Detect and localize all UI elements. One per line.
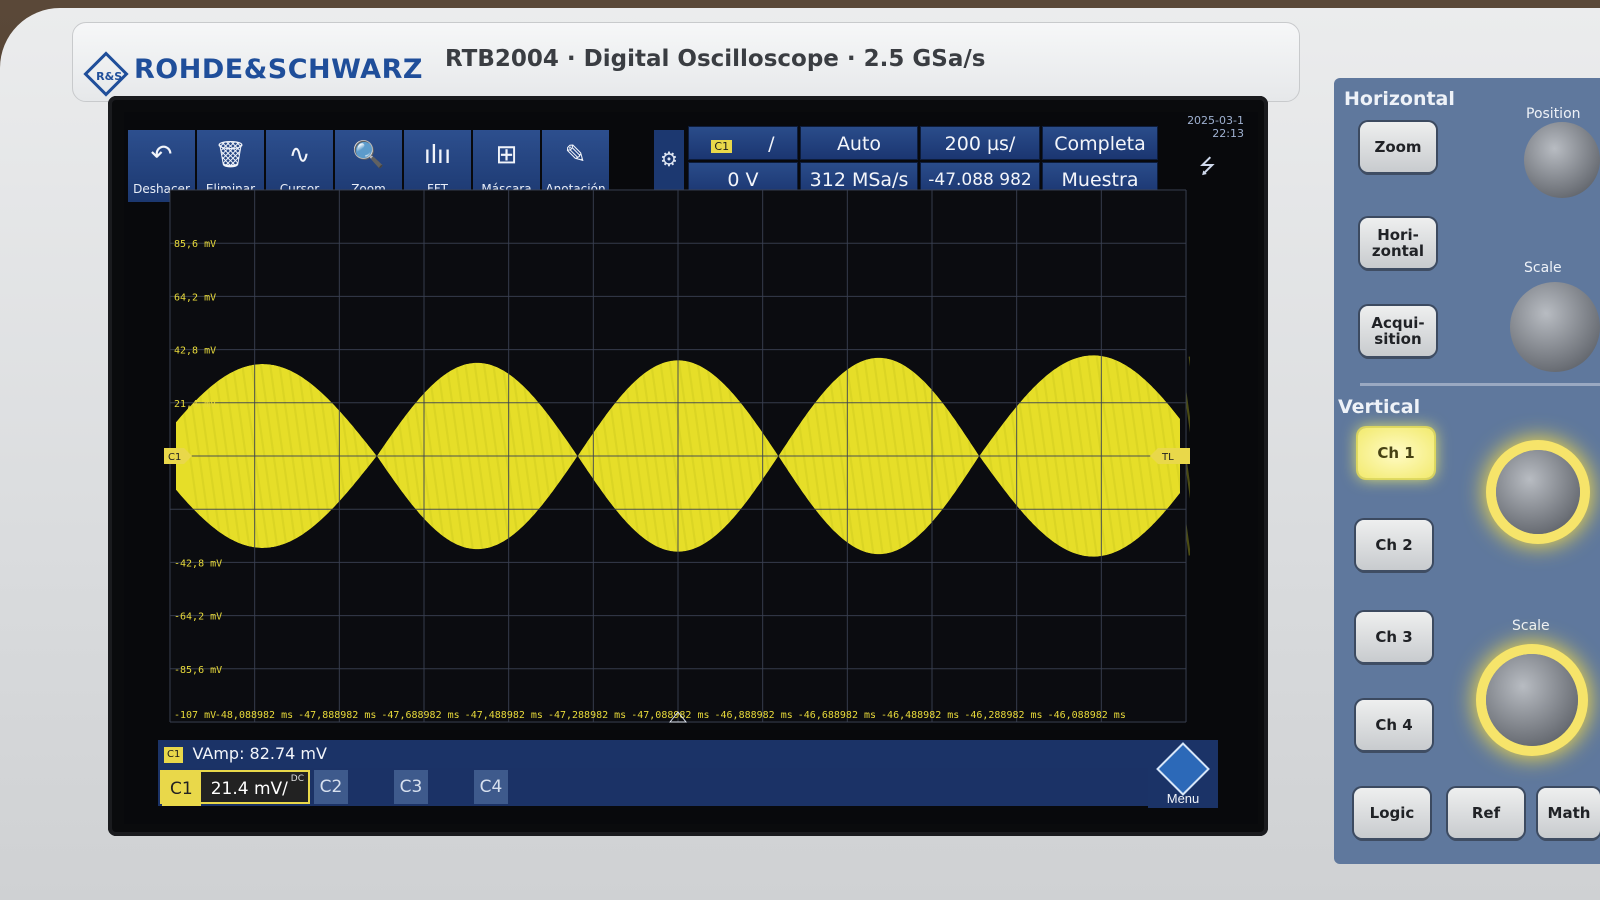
logic-button[interactable]: Logic bbox=[1354, 788, 1430, 838]
x-tick-label: -48,088982 ms bbox=[215, 710, 293, 721]
model-title: RTB2004 · Digital Oscilloscope · 2.5 GSa… bbox=[445, 46, 986, 72]
channel-chip-c3[interactable]: C3 bbox=[394, 770, 428, 804]
trigger-mode[interactable]: Auto bbox=[800, 126, 918, 160]
scale-knob-label: Scale bbox=[1524, 260, 1562, 276]
x-tick-label: -47,688982 ms bbox=[381, 710, 459, 721]
screen: ↶ Deshacer 🗑 Eliminar ∿ Cursor 🔍 Zoom ılıı FFT ⊞ Má… bbox=[124, 112, 1258, 824]
zoom-icon: 🔍 bbox=[352, 139, 385, 169]
trigger-source[interactable]: C1 / bbox=[688, 126, 798, 160]
waveform-plot[interactable]: 85,6 mV 64,2 mV 42,8 mV 21,4 mV -42,8 mV -64,… bbox=[164, 182, 1190, 732]
trigger-level-label: TL bbox=[1161, 452, 1174, 463]
channel-marker-label: C1 bbox=[168, 452, 181, 463]
acquisition-mode[interactable]: Completa bbox=[1042, 126, 1158, 160]
acquisition-button[interactable]: Acqui- sition bbox=[1360, 306, 1436, 356]
x-tick-label: -46,488982 ms bbox=[881, 710, 959, 721]
y-tick-label: -42,8 mV bbox=[174, 558, 222, 569]
x-tick-label: -47,288982 ms bbox=[548, 710, 626, 721]
ch4-button[interactable]: Ch 4 bbox=[1356, 700, 1432, 750]
x-tick-label: -46,088982 ms bbox=[1048, 710, 1126, 721]
vertical-section-title: Vertical bbox=[1338, 396, 1421, 418]
y-tick-label: 42,8 mV bbox=[174, 346, 216, 357]
y-tick-label: 64,2 mV bbox=[174, 292, 216, 303]
trash-icon: 🗑 bbox=[213, 139, 247, 169]
cursor-wave-icon: ∿ bbox=[288, 139, 311, 169]
x-tick-label: -47,888982 ms bbox=[298, 710, 376, 721]
y-tick-label: 21,4 mV bbox=[174, 399, 216, 410]
y-tick-label: -64,2 mV bbox=[174, 612, 222, 623]
pencil-icon: ✎ bbox=[564, 139, 587, 169]
measurement-channel-tag: C1 bbox=[164, 746, 184, 763]
channel-coupling: DC bbox=[290, 774, 304, 784]
measurement-value: VAmp: 82.74 mV bbox=[192, 744, 327, 763]
channel-bar: C1 21.4 mV/DC C2 C3 C4 bbox=[158, 768, 1210, 806]
x-tick-label: -47,488982 ms bbox=[465, 710, 543, 721]
math-button[interactable]: Math bbox=[1538, 788, 1600, 838]
undo-icon: ↶ bbox=[150, 139, 173, 169]
control-panel: Horizontal Position Scale Zoom Hori- zon… bbox=[1334, 78, 1600, 864]
channel-chip-c2[interactable]: C2 bbox=[314, 770, 348, 804]
menu-button[interactable]: Menu bbox=[1148, 740, 1218, 808]
zoom-button[interactable]: Zoom bbox=[1360, 122, 1436, 172]
timebase[interactable]: 200 µs/ bbox=[920, 126, 1040, 160]
channel-chip-c4[interactable]: C4 bbox=[474, 770, 508, 804]
ch1-vertical-knob[interactable] bbox=[1496, 450, 1580, 534]
vertical-scale-label: Scale bbox=[1512, 618, 1550, 634]
ref-button[interactable]: Ref bbox=[1448, 788, 1524, 838]
date-time: 2025-03-1 22:13 bbox=[1187, 114, 1244, 140]
channel-scale: 21.4 mV/ bbox=[210, 779, 288, 799]
y-tick-label: -107 mV bbox=[174, 710, 216, 721]
ch2-button[interactable]: Ch 2 bbox=[1356, 520, 1432, 570]
mask-icon: ⊞ bbox=[495, 139, 518, 169]
usb-icon: ⭍ bbox=[1199, 156, 1216, 178]
vertical-scale-knob[interactable] bbox=[1486, 654, 1578, 746]
horizontal-section-title: Horizontal bbox=[1344, 88, 1455, 110]
horizontal-button[interactable]: Hori- zontal bbox=[1360, 218, 1436, 268]
menu-diamond-icon bbox=[1156, 742, 1210, 796]
position-knob-label: Position bbox=[1526, 106, 1581, 122]
measurement-bar: C1 VAmp: 82.74 mV bbox=[158, 740, 1210, 768]
panel-divider bbox=[1360, 383, 1600, 386]
ch1-button[interactable]: Ch 1 bbox=[1358, 428, 1434, 478]
x-tick-label: -47,088982 ms bbox=[631, 710, 709, 721]
horizontal-scale-knob[interactable] bbox=[1510, 282, 1600, 372]
x-tick-label: -46,288982 ms bbox=[964, 710, 1042, 721]
channel-chip-c1[interactable]: C1 21.4 mV/DC bbox=[160, 770, 310, 806]
position-knob[interactable] bbox=[1524, 122, 1600, 198]
y-tick-label: -85,6 mV bbox=[174, 665, 222, 676]
brand-name: ROHDE&SCHWARZ bbox=[134, 54, 423, 85]
y-tick-label: 85,6 mV bbox=[174, 239, 216, 250]
channel-name: C1 bbox=[162, 772, 201, 806]
x-tick-label: -46,888982 ms bbox=[714, 710, 792, 721]
ch3-button[interactable]: Ch 3 bbox=[1356, 612, 1432, 662]
fft-icon: ılıı bbox=[423, 139, 452, 169]
x-tick-label: -46,688982 ms bbox=[798, 710, 876, 721]
plot-svg: 85,6 mV 64,2 mV 42,8 mV 21,4 mV -42,8 mV -64,… bbox=[164, 189, 1190, 723]
